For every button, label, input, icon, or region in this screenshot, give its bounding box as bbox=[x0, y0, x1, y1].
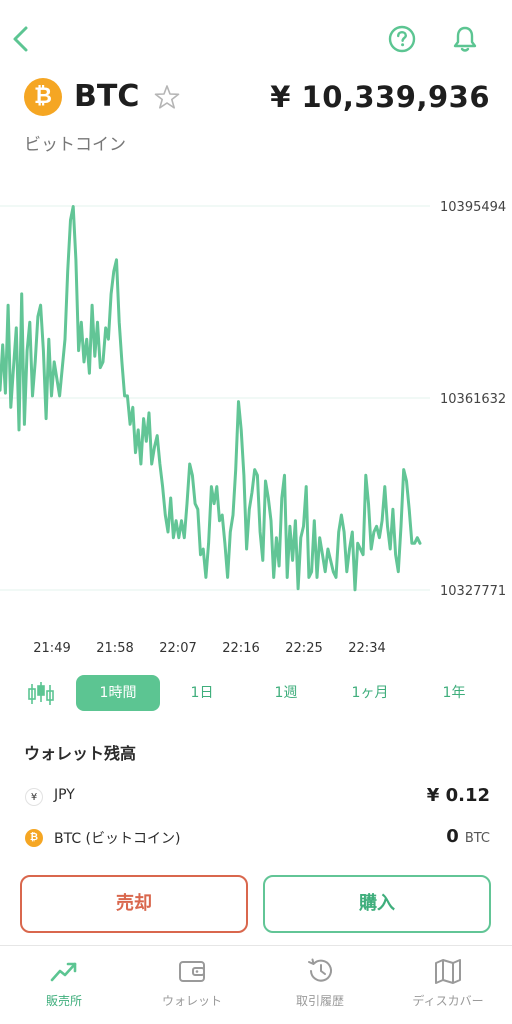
tab-label: ディスカバー bbox=[412, 994, 484, 1008]
x-tick-label: 22:16 bbox=[222, 641, 259, 656]
help-button[interactable] bbox=[388, 25, 416, 53]
candlestick-icon bbox=[28, 682, 54, 705]
notification-button[interactable] bbox=[451, 24, 479, 54]
wallet-balance-title: ウォレット残高 bbox=[24, 744, 137, 763]
trend-chart-icon bbox=[50, 962, 77, 982]
star-outline-icon bbox=[154, 85, 180, 109]
question-circle-icon bbox=[388, 25, 416, 53]
range-1h-button[interactable]: 1時間 bbox=[76, 675, 160, 711]
balance-amount: ¥ 0.12 bbox=[426, 785, 490, 806]
wallet-icon bbox=[179, 961, 205, 982]
back-button[interactable] bbox=[8, 22, 36, 56]
tab-wallet[interactable]: ウォレット bbox=[128, 946, 256, 1024]
sell-button[interactable]: 売却 bbox=[20, 875, 248, 933]
x-tick-label: 22:07 bbox=[159, 641, 196, 656]
coin-symbol: BTC bbox=[74, 79, 140, 114]
y-tick-label: 10361632 bbox=[440, 392, 506, 407]
tab-label: 販売所 bbox=[45, 994, 82, 1008]
x-tick-label: 21:58 bbox=[96, 641, 133, 656]
price-chart[interactable]: 10395494 10361632 10327771 21:49 21:58 22:07 2… bbox=[0, 180, 512, 660]
coin-name: ビットコイン bbox=[24, 135, 126, 155]
balance-label: JPY bbox=[54, 787, 75, 803]
candlestick-toggle-button[interactable] bbox=[26, 681, 56, 707]
balance-unit: BTC bbox=[464, 831, 490, 846]
tab-discover[interactable]: ディスカバー bbox=[384, 946, 512, 1024]
range-selector: 1時間 1日 1週 1ヶ月 1年 bbox=[0, 675, 512, 713]
bell-icon bbox=[453, 26, 477, 52]
map-icon bbox=[435, 959, 461, 984]
history-icon bbox=[308, 958, 332, 982]
price-chart-svg: 10395494 10361632 10327771 21:49 21:58 22:07 2… bbox=[0, 200, 506, 656]
tab-label: ウォレット bbox=[161, 994, 222, 1008]
btc-logo-icon: ₿ bbox=[24, 78, 62, 116]
balance-row-jpy: ¥ JPY ¥ 0.12 bbox=[0, 783, 512, 811]
tab-history[interactable]: 取引履歴 bbox=[256, 946, 384, 1024]
balance-label: BTC (ビットコイン) bbox=[54, 831, 181, 847]
range-1w-button[interactable]: 1週 bbox=[256, 675, 316, 711]
x-tick-label: 22:25 bbox=[285, 641, 322, 656]
tab-label: 取引履歴 bbox=[295, 994, 344, 1008]
buy-button[interactable]: 購入 bbox=[263, 875, 491, 933]
favorite-button[interactable] bbox=[154, 84, 180, 110]
bottom-tab-bar: 販売所 ウォレット 取引履歴 ディスカバー bbox=[0, 945, 512, 1024]
chevron-left-icon bbox=[13, 26, 28, 52]
current-price: ¥ 10,339,936 bbox=[270, 80, 490, 114]
balance-value: ¥ 0.12 bbox=[427, 783, 490, 809]
x-tick-label: 21:49 bbox=[33, 641, 70, 656]
balance-row-btc: ₿ BTC (ビットコイン) 0 BTC bbox=[0, 824, 512, 852]
btc-small-icon: ₿ bbox=[25, 829, 43, 847]
range-1m-button[interactable]: 1ヶ月 bbox=[338, 675, 402, 711]
y-tick-label: 10327771 bbox=[440, 584, 506, 599]
tab-exchange[interactable]: 販売所 bbox=[0, 946, 128, 1024]
y-tick-label: 10395494 bbox=[440, 200, 506, 215]
range-1d-button[interactable]: 1日 bbox=[172, 675, 232, 711]
balance-amount: 0 bbox=[446, 826, 459, 847]
top-bar bbox=[0, 0, 512, 72]
coin-header: ₿ BTC ¥ 10,339,936 bbox=[0, 76, 512, 120]
range-1y-button[interactable]: 1年 bbox=[424, 675, 484, 711]
yen-icon: ¥ bbox=[25, 788, 43, 806]
x-tick-label: 22:34 bbox=[348, 641, 385, 656]
balance-value: 0 BTC bbox=[446, 824, 490, 852]
